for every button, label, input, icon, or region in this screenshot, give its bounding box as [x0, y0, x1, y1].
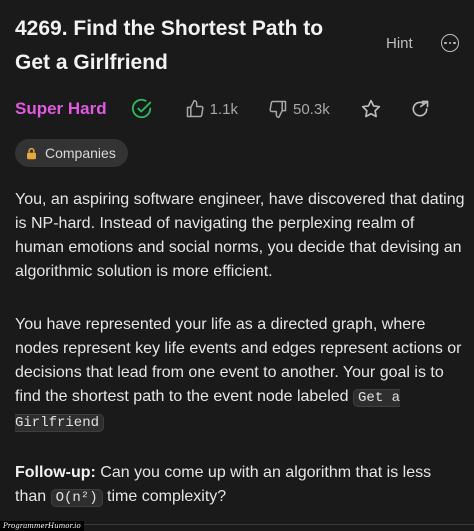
thumbs-up-icon — [186, 99, 204, 118]
like-button[interactable]: 1.1k — [185, 99, 238, 119]
companies-label: Companies — [45, 145, 116, 161]
follow-up-label: Follow-up: — [15, 464, 96, 481]
problem-title: 4269. Find the Shortest Path to Get a Gi… — [15, 17, 324, 74]
like-count: 1.1k — [209, 100, 238, 118]
thumbs-down-icon — [269, 100, 287, 119]
follow-up-tail: time complexity? — [102, 488, 227, 505]
companies-tag[interactable]: Companies — [15, 139, 128, 167]
check-circle-icon — [131, 98, 151, 119]
problem-meta-row: Super Hard 1.1k 50.3k — [15, 96, 460, 122]
lock-icon — [27, 147, 36, 159]
share-icon[interactable] — [410, 99, 430, 119]
dislike-button[interactable]: 50.3k — [268, 99, 330, 119]
description-paragraph-1: You, an aspiring software engineer, have… — [15, 191, 465, 280]
complexity-code: O(n²) — [50, 489, 103, 507]
star-icon[interactable] — [360, 98, 382, 120]
more-icon[interactable] — [441, 34, 459, 52]
difficulty-badge: Super Hard — [15, 99, 107, 118]
hint-button[interactable]: Hint — [386, 35, 413, 52]
follow-up-paragraph: Follow-up: Can you come up with an algor… — [15, 461, 465, 510]
watermark: ProgrammerHumor.io — [0, 521, 84, 531]
dislike-count: 50.3k — [293, 100, 330, 118]
description-paragraph-2: You have represented your life as a dire… — [15, 313, 465, 435]
